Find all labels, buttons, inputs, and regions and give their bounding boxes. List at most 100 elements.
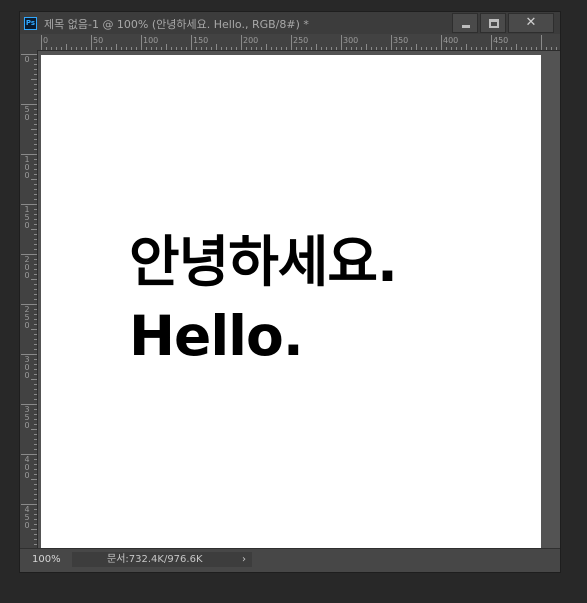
ruler-tick bbox=[31, 279, 37, 280]
ruler-tick bbox=[34, 499, 37, 500]
ruler-tick bbox=[551, 47, 552, 50]
ruler-tick bbox=[306, 47, 307, 50]
ruler-tick bbox=[396, 47, 397, 50]
close-icon: ✕ bbox=[525, 15, 537, 30]
ruler-tick bbox=[501, 47, 502, 50]
ruler-tick bbox=[406, 47, 407, 50]
ruler-tick bbox=[34, 469, 37, 470]
ruler-tick bbox=[31, 529, 37, 530]
text-line-hello: Hello. bbox=[129, 304, 304, 368]
ruler-tick bbox=[151, 47, 152, 50]
ruler-tick bbox=[196, 47, 197, 50]
ruler-tick bbox=[34, 474, 37, 475]
ruler-tick bbox=[34, 534, 37, 535]
ruler-tick bbox=[401, 47, 402, 50]
ruler-tick bbox=[34, 209, 37, 210]
ruler-tick bbox=[34, 374, 37, 375]
canvas-area[interactable]: 안녕하세요. Hello. bbox=[38, 51, 560, 555]
ruler-tick bbox=[34, 164, 37, 165]
ruler-tick bbox=[34, 389, 37, 390]
ruler-tick bbox=[34, 419, 37, 420]
ruler-tick bbox=[34, 134, 37, 135]
document-canvas[interactable]: 안녕하세요. Hello. bbox=[41, 55, 541, 555]
ruler-tick bbox=[34, 99, 37, 100]
ruler-tick bbox=[101, 47, 102, 50]
ruler-tick bbox=[96, 47, 97, 50]
vertical-ruler[interactable]: 0 50 100 150 200 250 300 350 400 450 bbox=[20, 50, 38, 549]
ruler-tick bbox=[34, 299, 37, 300]
ruler-label: 250 bbox=[24, 305, 30, 330]
status-menu-arrow-icon[interactable]: › bbox=[242, 552, 246, 567]
ruler-tick bbox=[34, 399, 37, 400]
ruler-tick bbox=[171, 47, 172, 50]
ruler-tick bbox=[34, 194, 37, 195]
ruler-tick bbox=[34, 434, 37, 435]
ruler-tick bbox=[371, 47, 372, 50]
horizontal-ruler[interactable]: 0 50 100 150 200 250 300 350 400 450 bbox=[20, 34, 560, 51]
ruler-tick bbox=[121, 47, 122, 50]
ruler-tick bbox=[34, 539, 37, 540]
close-button[interactable]: ✕ bbox=[508, 13, 554, 33]
ruler-tick bbox=[546, 47, 547, 50]
ruler-tick bbox=[34, 544, 37, 545]
minimize-button[interactable] bbox=[452, 13, 478, 33]
ruler-tick bbox=[31, 229, 37, 230]
ruler-tick bbox=[34, 124, 37, 125]
ruler-tick bbox=[34, 384, 37, 385]
ruler-tick bbox=[34, 344, 37, 345]
ruler-tick bbox=[34, 274, 37, 275]
ruler-tick bbox=[516, 44, 517, 50]
ruler-tick bbox=[331, 47, 332, 50]
ruler-tick bbox=[34, 394, 37, 395]
ruler-tick bbox=[241, 35, 242, 50]
text-layer[interactable]: 안녕하세요. Hello. bbox=[129, 225, 398, 373]
ruler-tick bbox=[34, 249, 37, 250]
maximize-button[interactable] bbox=[480, 13, 506, 33]
ruler-tick bbox=[34, 509, 37, 510]
ruler-tick bbox=[34, 89, 37, 90]
ruler-tick bbox=[536, 47, 537, 50]
ruler-tick bbox=[34, 74, 37, 75]
ruler-label: 50 bbox=[93, 36, 104, 45]
ruler-tick bbox=[346, 47, 347, 50]
ruler-tick bbox=[491, 35, 492, 50]
ruler-tick bbox=[106, 47, 107, 50]
ruler-tick bbox=[156, 47, 157, 50]
document-size-info[interactable]: 문서:732.4K/976.6K bbox=[72, 552, 252, 567]
ruler-tick bbox=[176, 47, 177, 50]
ruler-tick bbox=[34, 144, 37, 145]
ruler-tick bbox=[34, 239, 37, 240]
ruler-tick bbox=[71, 47, 72, 50]
ruler-tick bbox=[316, 44, 317, 50]
ruler-tick bbox=[276, 47, 277, 50]
ruler-label: 400 bbox=[24, 455, 30, 480]
ruler-tick bbox=[301, 47, 302, 50]
ruler-label: 200 bbox=[24, 255, 30, 280]
ruler-tick bbox=[34, 284, 37, 285]
ruler-tick bbox=[34, 409, 37, 410]
ruler-tick bbox=[34, 174, 37, 175]
ruler-tick bbox=[34, 59, 37, 60]
ruler-tick bbox=[34, 224, 37, 225]
zoom-level-field[interactable]: 100% bbox=[24, 552, 70, 567]
ruler-tick bbox=[206, 47, 207, 50]
ruler-tick bbox=[34, 114, 37, 115]
ruler-tick bbox=[131, 47, 132, 50]
ruler-label: 200 bbox=[243, 36, 259, 45]
ruler-tick bbox=[186, 47, 187, 50]
ruler-tick bbox=[34, 519, 37, 520]
ruler-tick bbox=[251, 47, 252, 50]
ruler-label: 300 bbox=[343, 36, 359, 45]
ruler-tick bbox=[31, 179, 37, 180]
ruler-tick bbox=[531, 47, 532, 50]
ruler-tick bbox=[31, 79, 37, 80]
ruler-tick bbox=[466, 44, 467, 50]
ruler-tick bbox=[41, 35, 42, 50]
ruler-tick bbox=[311, 47, 312, 50]
title-bar[interactable]: Ps 제목 없음-1 @ 100% (안녕하세요. Hello., RGB/8#… bbox=[20, 12, 560, 34]
document-window: Ps 제목 없음-1 @ 100% (안녕하세요. Hello., RGB/8#… bbox=[19, 11, 561, 573]
ruler-tick bbox=[34, 484, 37, 485]
ruler-label: 50 bbox=[24, 105, 30, 122]
ruler-tick bbox=[34, 449, 37, 450]
ruler-tick bbox=[34, 369, 37, 370]
